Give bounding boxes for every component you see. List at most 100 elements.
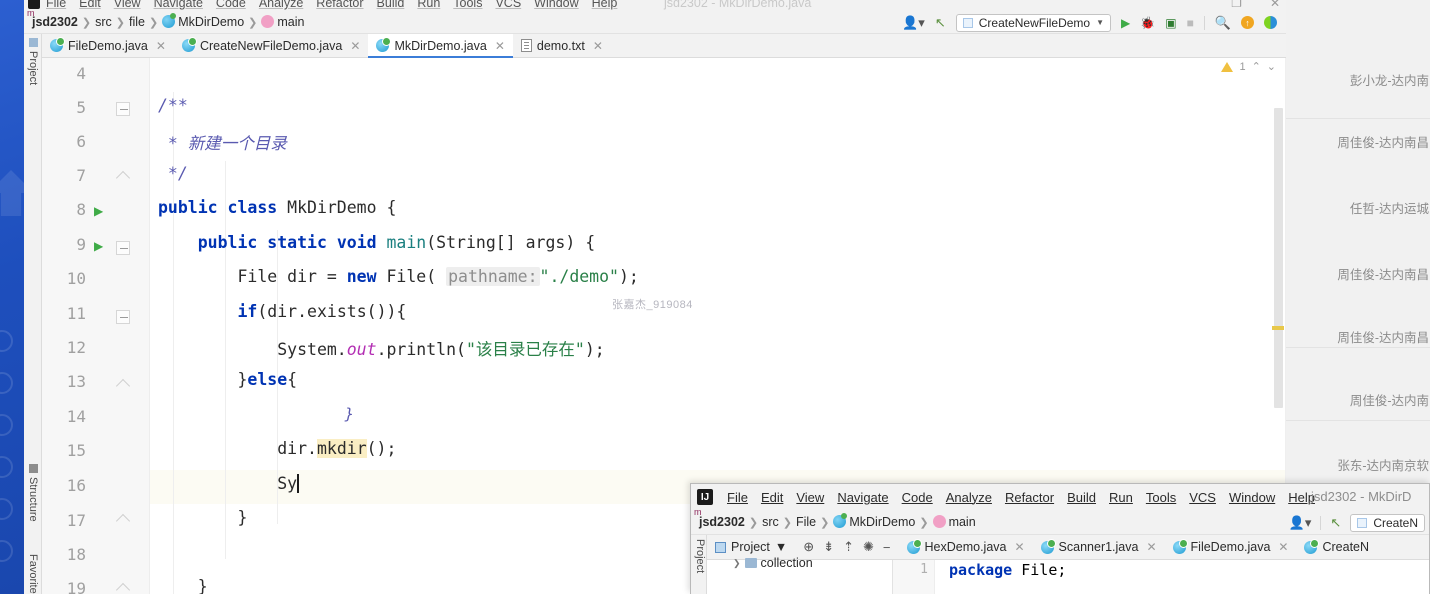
coverage-button[interactable]: ▣ [1165, 16, 1176, 30]
menu-item-navigate[interactable]: Navigate [154, 0, 203, 10]
fold-marker-end[interactable] [116, 379, 130, 393]
menu-item-navigate[interactable]: Navigate [837, 490, 888, 505]
notifications-icon[interactable]: ↑ [1241, 16, 1254, 29]
hide-icon[interactable]: − [883, 540, 891, 555]
sidebar-item-project[interactable]: Project [24, 38, 42, 85]
update-arrow-icon[interactable]: ↖ [1330, 516, 1341, 529]
menu-item-analyze[interactable]: Analyze [259, 0, 303, 10]
menu-item-file[interactable]: File [727, 490, 748, 505]
search-icon[interactable]: 🔍 [1215, 16, 1231, 29]
stop-button[interactable]: ■ [1187, 16, 1194, 30]
close-icon[interactable]: ✕ [350, 39, 360, 53]
chevron-up-icon[interactable]: ⌃ [1252, 60, 1261, 73]
locate-icon[interactable]: ⊕ [803, 539, 814, 555]
menu-item-tools[interactable]: Tools [1146, 490, 1176, 505]
project-tree[interactable]: ❯ collection [707, 560, 893, 594]
tab-createnewfiledemo[interactable]: CreateN [1296, 540, 1377, 554]
sidebar-item-structure[interactable]: Structure [24, 464, 42, 522]
menu-item-file[interactable]: File [46, 0, 66, 10]
close-icon[interactable]: ✕ [1146, 540, 1156, 554]
menu-item-run[interactable]: Run [417, 0, 440, 10]
menu-item-window[interactable]: Window [534, 0, 578, 10]
fold-marker-collapse[interactable] [116, 102, 130, 116]
menu-item-help[interactable]: Help [592, 0, 618, 10]
breadcrumb-src[interactable]: src [95, 15, 112, 29]
project-panel-button[interactable]: Project ▼ [707, 540, 795, 554]
menu-item-window[interactable]: Window [1229, 490, 1275, 505]
chevron-right-icon[interactable]: ❯ [733, 558, 741, 569]
chevron-down-icon[interactable]: ⌄ [1267, 60, 1276, 73]
ide-assistant-icon[interactable] [1264, 16, 1277, 29]
breadcrumb-package[interactable]: file [129, 15, 145, 29]
menu-item-refactor[interactable]: Refactor [1005, 490, 1054, 505]
fold-marker-collapse[interactable] [116, 310, 130, 324]
menu-item-vcs[interactable]: VCS [1189, 490, 1216, 505]
close-icon[interactable]: ✕ [1014, 540, 1024, 554]
maximize-icon[interactable]: ❐ [1231, 0, 1242, 10]
menu-item-build[interactable]: Build [377, 0, 405, 10]
settings-gear-icon[interactable]: ✺ [863, 539, 874, 555]
collapse-all-icon[interactable]: ⇡ [843, 539, 854, 555]
breadcrumb-src[interactable]: src [762, 515, 779, 529]
tab-hexdemo[interactable]: HexDemo.java ✕ [899, 540, 1033, 554]
window1-menu-bar[interactable]: File Edit View Navigate Code Analyze Ref… [46, 0, 617, 10]
breadcrumb-project[interactable]: jsd2302 [699, 515, 745, 529]
menu-item-view[interactable]: View [796, 490, 824, 505]
run-configuration-selector[interactable]: CreateNewFileDemo ▼ [956, 14, 1111, 32]
menu-item-build[interactable]: Build [1067, 490, 1096, 505]
close-icon[interactable]: ✕ [1270, 0, 1280, 10]
close-icon[interactable]: ✕ [156, 39, 166, 53]
menu-item-code[interactable]: Code [216, 0, 246, 10]
menu-item-analyze[interactable]: Analyze [946, 490, 992, 505]
fold-marker-collapse[interactable] [116, 241, 130, 255]
expand-all-icon[interactable]: ⇟ [823, 539, 834, 555]
menu-item-run[interactable]: Run [1109, 490, 1133, 505]
run-class-gutter-icon[interactable]: ▶ [94, 204, 106, 218]
fold-marker-end[interactable] [116, 171, 130, 185]
update-arrow-icon[interactable]: ↖ [935, 16, 946, 29]
run-button[interactable]: ▶ [1121, 16, 1130, 30]
breadcrumb-project[interactable]: jsd2302 [32, 15, 78, 29]
tab-demotxt[interactable]: demo.txt ✕ [513, 34, 611, 57]
debug-button[interactable]: 🐞 [1140, 16, 1155, 30]
fold-marker-end[interactable] [116, 583, 130, 594]
ide-window-secondary[interactable]: IJ File Edit View Navigate Code Analyze … [690, 483, 1430, 594]
breadcrumb-package[interactable]: File [796, 515, 816, 529]
breadcrumb-class[interactable]: MkDirDemo [833, 515, 915, 529]
editor-scrollbar[interactable] [1274, 108, 1283, 408]
fold-marker-end[interactable] [116, 514, 130, 528]
user-avatar-icon[interactable]: 👤▾ [902, 16, 925, 29]
inspection-widget[interactable]: 1 ⌃ ⌄ [1221, 60, 1276, 73]
breadcrumb[interactable]: jsd2302 ❯ src ❯ file ❯ MkDirDemo ❯ main [32, 15, 304, 29]
menu-item-vcs[interactable]: VCS [495, 0, 521, 10]
close-icon[interactable]: ✕ [495, 39, 505, 53]
close-icon[interactable]: ✕ [593, 39, 603, 53]
window1-controls[interactable]: ❐ ✕ [1231, 0, 1280, 10]
close-icon[interactable]: ✕ [1278, 540, 1288, 554]
tree-node-collection[interactable]: ❯ collection [733, 556, 813, 570]
tab-createnewfiledemo[interactable]: CreateNewFileDemo.java ✕ [174, 34, 368, 57]
scrollbar-warning-marker[interactable] [1272, 326, 1284, 330]
java-method-icon [261, 15, 274, 28]
breadcrumb-method[interactable]: main [261, 15, 304, 29]
breadcrumb-method[interactable]: main [933, 515, 976, 529]
sidebar-item-favorites[interactable]: Favorites [24, 554, 42, 594]
tab-mkdirdemo[interactable]: MkDirDemo.java ✕ [368, 34, 512, 57]
breadcrumb[interactable]: jsd2302 ❯ src ❯ File ❯ MkDirDemo ❯ main [699, 515, 976, 529]
tab-scanner1[interactable]: Scanner1.java ✕ [1033, 540, 1165, 554]
run-configuration-selector[interactable]: CreateN [1350, 514, 1425, 532]
menu-item-edit[interactable]: Edit [79, 0, 101, 10]
tab-filedemo[interactable]: FileDemo.java ✕ [42, 34, 174, 57]
menu-item-refactor[interactable]: Refactor [316, 0, 363, 10]
menu-item-view[interactable]: View [114, 0, 141, 10]
tab-filedemo[interactable]: FileDemo.java ✕ [1165, 540, 1297, 554]
line-number: 12 [42, 338, 86, 357]
breadcrumb-class[interactable]: MkDirDemo [162, 15, 244, 29]
window2-menu-bar[interactable]: File Edit View Navigate Code Analyze Ref… [727, 490, 1315, 505]
window2-code-editor[interactable]: 1 package File; [893, 560, 1430, 594]
menu-item-edit[interactable]: Edit [761, 490, 783, 505]
run-method-gutter-icon[interactable]: ▶ [94, 239, 106, 253]
user-avatar-icon[interactable]: 👤▾ [1289, 516, 1312, 529]
menu-item-code[interactable]: Code [902, 490, 933, 505]
menu-item-tools[interactable]: Tools [453, 0, 482, 10]
